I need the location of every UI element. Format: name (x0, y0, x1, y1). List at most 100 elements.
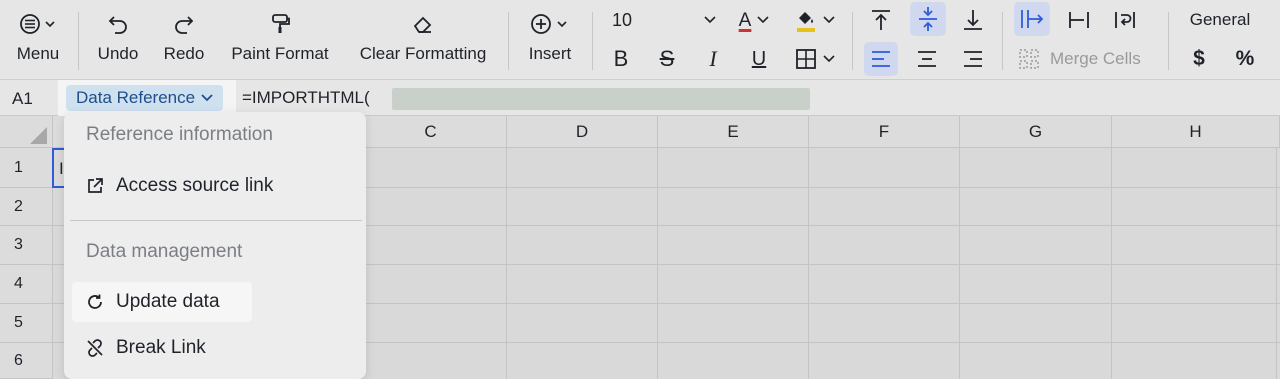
align-center-icon (918, 51, 936, 67)
font-color-button[interactable]: A (730, 4, 778, 36)
clear-formatting-label: Clear Formatting (359, 44, 487, 63)
chevron-down-icon (823, 16, 835, 24)
bold-icon: B (613, 46, 629, 71)
underline-icon: U (751, 47, 767, 70)
break-link-label: Break Link (116, 337, 206, 358)
plus-circle-icon (520, 10, 580, 38)
toolbar-divider (852, 12, 853, 70)
spreadsheet-app: Menu Undo Redo Paint Format Clear Format… (0, 0, 1280, 379)
align-left-icon (872, 51, 890, 67)
row-header-6[interactable]: 6 (0, 343, 53, 379)
text-overflow-button[interactable] (1014, 2, 1050, 36)
chevron-down-icon (704, 16, 716, 24)
text-wrap-button[interactable] (1108, 4, 1142, 36)
cell-reference[interactable]: A1 (12, 89, 33, 109)
align-right-icon (964, 51, 982, 67)
row-header-2[interactable]: 2 (0, 188, 53, 226)
paint-roller-icon (224, 10, 336, 38)
data-reference-label: Data Reference (76, 88, 196, 107)
column-header-d[interactable]: D (507, 116, 658, 148)
formula-bar: A1 Data Reference =IMPORTHTML( (0, 80, 1280, 116)
text-clip-button[interactable] (1062, 4, 1096, 36)
merge-cells-icon (1019, 49, 1039, 69)
clear-formatting-button[interactable]: Clear Formatting (350, 10, 496, 64)
redo-icon (158, 10, 210, 38)
percent-icon: % (1235, 47, 1255, 70)
toolbar-divider (78, 12, 79, 70)
break-link-item[interactable]: Break Link (72, 328, 206, 368)
bold-button[interactable]: B (606, 44, 636, 74)
corner-triangle-icon (30, 127, 47, 144)
strikethrough-icon: S (659, 46, 675, 71)
column-header-e[interactable]: E (658, 116, 809, 148)
align-right-button[interactable] (956, 42, 990, 76)
menu-icon (8, 10, 68, 38)
italic-icon: I (709, 46, 717, 71)
broken-link-icon (87, 339, 103, 357)
data-reference-highlight: Data Reference (58, 80, 236, 116)
number-format-select[interactable]: General (1180, 6, 1260, 34)
data-reference-button[interactable]: Data Reference (66, 85, 224, 111)
font-size-value: 10 (612, 9, 633, 30)
row-header-4[interactable]: 4 (0, 265, 53, 304)
insert-button[interactable]: Insert (520, 10, 580, 64)
access-source-link-item[interactable]: Access source link (72, 166, 273, 206)
undo-icon (92, 10, 144, 38)
merge-cells-button[interactable]: Merge Cells (1018, 44, 1158, 74)
column-header-c[interactable]: C (355, 116, 507, 148)
paint-format-label: Paint Format (231, 44, 329, 63)
paint-format-button[interactable]: Paint Format (224, 10, 336, 64)
column-header-h[interactable]: H (1112, 116, 1280, 148)
select-all-corner[interactable] (0, 116, 53, 148)
borders-icon (796, 49, 816, 69)
dollar-icon: $ (1193, 47, 1205, 70)
row-header-3[interactable]: 3 (0, 226, 53, 265)
column-header-f[interactable]: F (809, 116, 960, 148)
text-overflow-icon (1021, 10, 1044, 28)
insert-label: Insert (528, 44, 572, 63)
eraser-icon (350, 10, 496, 38)
font-size-select[interactable]: 10 (606, 6, 722, 34)
toolbar-divider (1168, 12, 1169, 70)
menu-label: Menu (16, 44, 60, 63)
align-top-button[interactable] (864, 4, 898, 36)
strikethrough-button[interactable]: S (652, 44, 682, 74)
fill-color-button[interactable] (790, 4, 840, 36)
align-center-button[interactable] (910, 42, 944, 76)
percent-format-button[interactable]: % (1230, 44, 1260, 74)
refresh-icon (88, 294, 102, 309)
reference-information-heading: Reference information (86, 124, 273, 145)
update-data-item[interactable]: Update data (72, 282, 252, 322)
align-bottom-icon (964, 10, 982, 30)
menu-divider (70, 220, 362, 221)
chevron-down-icon (823, 55, 835, 63)
borders-button[interactable] (790, 44, 840, 74)
column-header-g[interactable]: G (960, 116, 1112, 148)
data-management-heading: Data management (86, 241, 243, 262)
undo-button[interactable]: Undo (92, 10, 144, 64)
menu-button[interactable]: Menu (8, 10, 68, 64)
toolbar-divider (592, 12, 593, 70)
text-clip-icon (1069, 12, 1089, 28)
align-left-button[interactable] (864, 42, 898, 76)
redacted-url (392, 88, 810, 110)
chevron-down-icon (757, 16, 769, 24)
chevron-down-icon (201, 94, 213, 102)
italic-button[interactable]: I (698, 44, 728, 74)
font-color-icon: A (738, 9, 752, 31)
text-wrap-icon (1115, 12, 1135, 28)
align-middle-button[interactable] (910, 2, 946, 36)
toolbar-divider (1002, 12, 1003, 70)
row-header-5[interactable]: 5 (0, 304, 53, 343)
redo-label: Redo (163, 44, 205, 63)
undo-label: Undo (97, 44, 139, 63)
row-header-1[interactable]: 1 (0, 148, 53, 188)
formula-text[interactable]: =IMPORTHTML( (242, 88, 370, 108)
redo-button[interactable]: Redo (158, 10, 210, 64)
paint-bucket-icon (797, 12, 815, 32)
currency-format-button[interactable]: $ (1184, 44, 1214, 74)
align-bottom-button[interactable] (956, 4, 990, 36)
underline-button[interactable]: U (744, 44, 774, 74)
toolbar: Menu Undo Redo Paint Format Clear Format… (0, 0, 1280, 80)
external-link-icon (88, 178, 103, 193)
